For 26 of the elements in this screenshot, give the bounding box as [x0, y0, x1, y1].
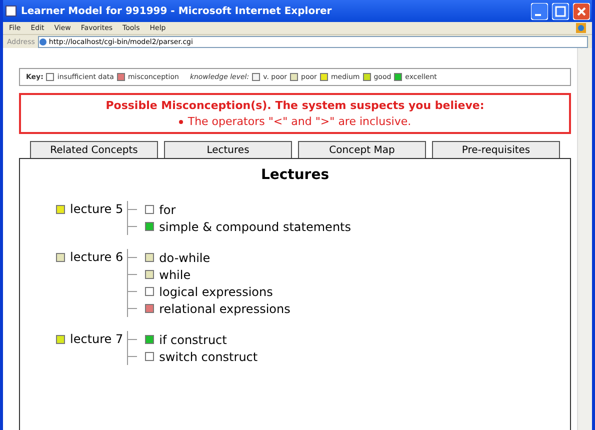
concept-label[interactable]: switch construct [159, 350, 258, 364]
bullet-icon [178, 120, 183, 124]
tab[interactable]: Related Concepts [30, 141, 158, 158]
tab[interactable]: Concept Map [298, 141, 426, 158]
tab[interactable]: Lectures [164, 141, 292, 158]
lecture-label[interactable]: lecture 5 [70, 202, 124, 216]
concept-label[interactable]: logical expressions [159, 284, 273, 298]
maximize-button[interactable] [552, 2, 569, 20]
concept-label[interactable]: relational expressions [159, 302, 290, 316]
scrollbar[interactable] [577, 48, 592, 430]
lecture-label[interactable]: lecture 7 [70, 332, 124, 346]
concept-label[interactable]: while [159, 268, 191, 282]
concept-label[interactable]: if construct [159, 332, 227, 346]
page-icon [38, 38, 47, 46]
tab[interactable]: Pre-requisites [432, 141, 560, 158]
close-button[interactable] [573, 2, 590, 20]
alert-title: Possible Misconception(s). The system suspects you believe: [106, 99, 484, 112]
minimize-button[interactable] [531, 2, 548, 20]
alert-item: The operators "<" and ">" are inclusive. [178, 115, 412, 128]
lecture-label[interactable]: lecture 6 [70, 250, 124, 264]
page-icon [5, 5, 17, 17]
panel-heading: Lectures [260, 167, 330, 183]
concept-label[interactable]: simple & compound statements [159, 220, 351, 234]
window-title: Learner Model for 991999 - Microsoft Internet Explorer [21, 6, 333, 16]
concept-label[interactable]: for [159, 202, 176, 216]
concept-label[interactable]: do-while [159, 250, 210, 264]
